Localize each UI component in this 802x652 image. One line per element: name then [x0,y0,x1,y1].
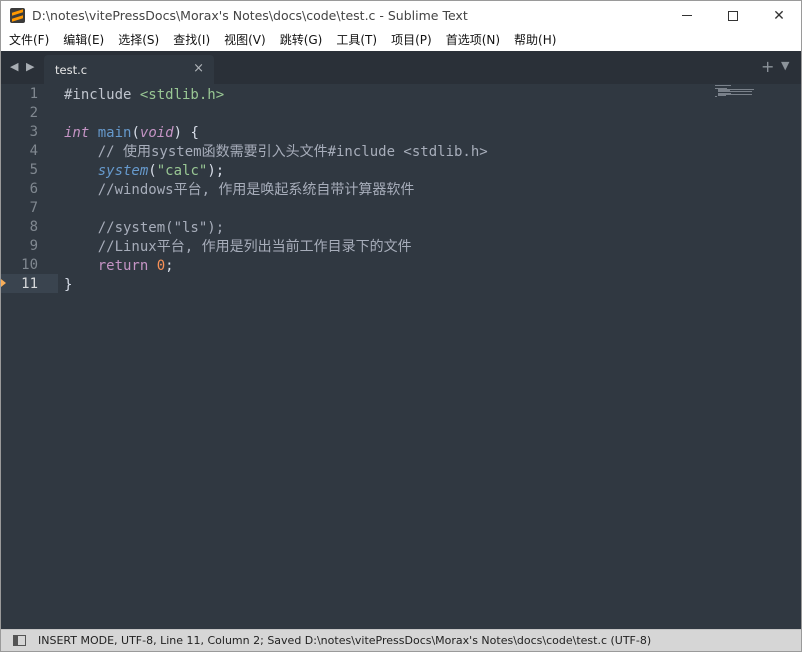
line-number[interactable]: 6 [1,181,38,197]
code-token: ); [207,163,225,179]
window-title: D:\notes\vitePressDocs\Morax's Notes\doc… [32,8,468,23]
title-bar: D:\notes\vitePressDocs\Morax's Notes\doc… [1,1,801,30]
code-token: //windows平台, 作用是唤起系统自带计算器软件 [64,182,415,198]
line-number-gutter[interactable]: 1 2 3 4 5 6 7 8 9 10 11 [1,84,58,629]
code-token: 0 [156,258,166,274]
maximize-button[interactable] [710,1,756,30]
line-number[interactable]: 10 [1,257,38,273]
tab-test-c[interactable]: test.c × [44,55,214,84]
code-line[interactable]: return 0; [64,257,174,276]
minimize-icon [682,15,692,16]
code-token: #include [64,87,140,103]
menu-file[interactable]: 文件(F) [1,30,55,51]
line-number[interactable]: 7 [1,200,38,216]
code-token: return [97,258,149,274]
sidebar-toggle-icon[interactable] [13,635,26,646]
menu-edit[interactable]: 编辑(E) [55,30,110,51]
tab-navigation-arrows-icon[interactable]: ◀ ▶ [10,60,36,73]
code-token: void [139,125,174,141]
code-line[interactable]: //Linux平台, 作用是列出当前工作目录下的文件 [64,238,412,257]
menu-preferences[interactable]: 首选项(N) [438,30,506,51]
sublime-text-window: D:\notes\vitePressDocs\Morax's Notes\doc… [0,0,802,652]
code-token: <stdlib.h> [139,87,225,103]
new-tab-icon[interactable]: + [761,57,774,76]
tab-label: test.c [55,63,88,77]
code-token: main [97,125,132,141]
code-line[interactable]: //windows平台, 作用是唤起系统自带计算器软件 [64,181,415,200]
close-icon: ✕ [773,7,785,24]
line-number[interactable]: 3 [1,124,38,140]
menu-view[interactable]: 视图(V) [216,30,272,51]
line-number[interactable]: 8 [1,219,38,235]
line-number[interactable]: 4 [1,143,38,159]
menu-tools[interactable]: 工具(T) [328,30,383,51]
status-bar: INSERT MODE, UTF-8, Line 11, Column 2; S… [1,629,801,651]
tab-bar: ◀ ▶ test.c × + ▼ [1,51,801,84]
code-token: //system("ls"); [64,220,225,236]
code-line[interactable]: //system("ls"); [64,219,224,238]
minimap[interactable] [715,84,801,114]
code-token: // 使用system函数需要引入头文件#include <stdlib.h> [64,144,488,160]
line-number[interactable]: 9 [1,238,38,254]
code-token: } [64,277,73,293]
code-token: system [97,163,149,179]
menu-bar: 文件(F) 编辑(E) 选择(S) 查找(I) 视图(V) 跳转(G) 工具(T… [1,30,801,51]
code-line[interactable]: // 使用system函数需要引入头文件#include <stdlib.h> [64,143,488,162]
code-token: ; [165,258,174,274]
menu-find[interactable]: 查找(I) [165,30,216,51]
close-button[interactable]: ✕ [756,1,802,30]
code-token: ) { [173,125,199,141]
menu-selection[interactable]: 选择(S) [110,30,165,51]
code-token: //Linux平台, 作用是列出当前工作目录下的文件 [64,239,412,255]
code-token: int [64,125,90,141]
code-line[interactable]: int main(void) { [64,124,199,143]
sublime-text-icon [10,8,25,23]
minimize-button[interactable] [664,1,710,30]
code-token: "calc" [156,163,208,179]
maximize-icon [728,10,738,21]
line-number[interactable]: 1 [1,86,38,102]
code-editor[interactable]: 1 2 3 4 5 6 7 8 9 10 11 #include <stdlib.h> int mai… [1,84,801,629]
menu-help[interactable]: 帮助(H) [506,30,562,51]
code-token: ( [131,125,140,141]
tab-close-icon[interactable]: × [193,61,204,76]
tab-list-dropdown-icon[interactable]: ▼ [781,59,789,72]
menu-project[interactable]: 项目(P) [383,30,438,51]
menu-goto[interactable]: 跳转(G) [272,30,329,51]
line-number[interactable]: 11 [1,276,38,292]
code-line[interactable]: #include <stdlib.h> [64,86,224,105]
code-line[interactable]: system("calc"); [64,162,224,181]
line-number[interactable]: 2 [1,105,38,121]
line-number[interactable]: 5 [1,162,38,178]
code-line[interactable]: } [64,276,72,295]
status-text: INSERT MODE, UTF-8, Line 11, Column 2; S… [38,634,652,647]
code-token: ( [148,163,157,179]
